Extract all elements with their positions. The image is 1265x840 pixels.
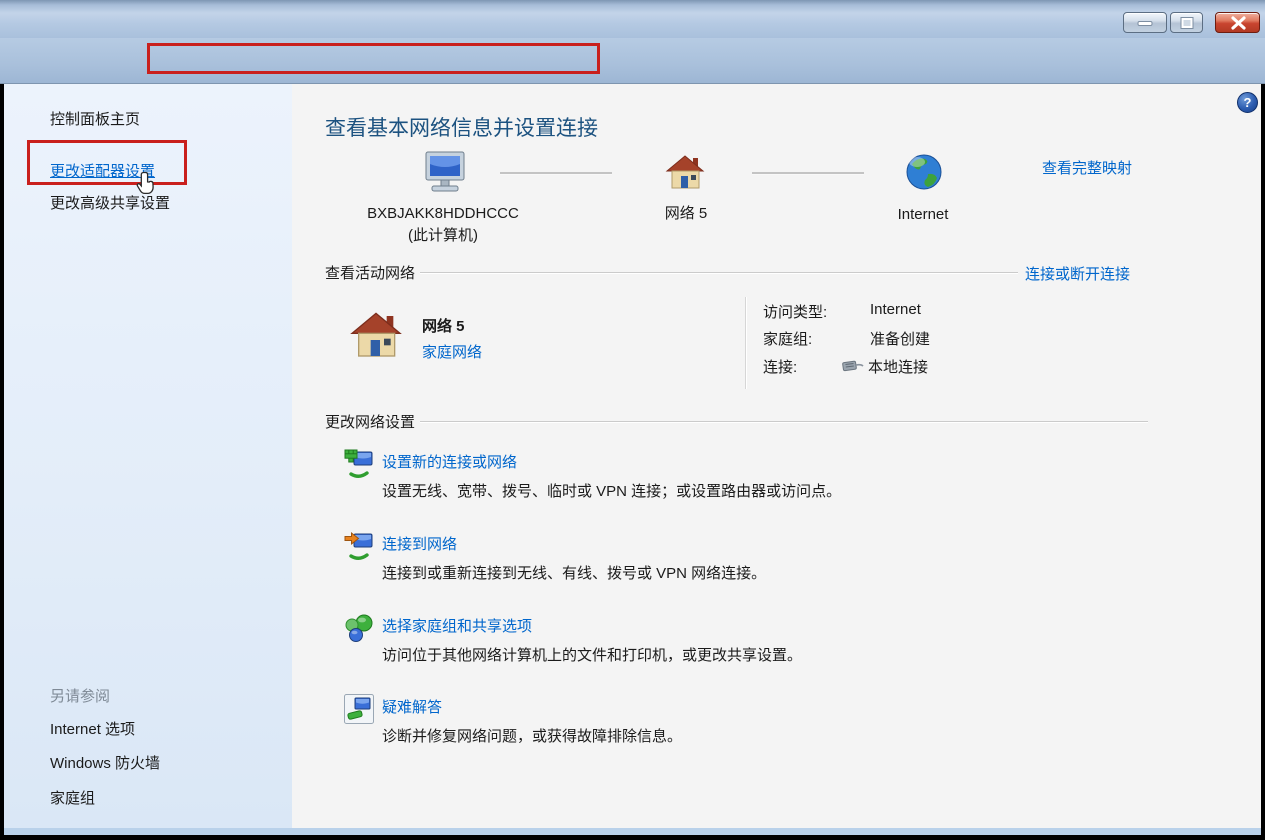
maximize-icon xyxy=(1181,18,1192,28)
setup-new-connection-icon xyxy=(343,448,375,480)
task-homegroup-sharing-options: 选择家庭组和共享选项 访问位于其他网络计算机上的文件和打印机，或更改共享设置。 xyxy=(343,612,1163,676)
computer-icon[interactable] xyxy=(419,151,471,197)
map-computer-label: BXBJAKK8HDDHCCC (此计算机) xyxy=(352,203,534,247)
task-connect-to-network: 连接到网络 连接到或重新连接到无线、有线、拨号或 VPN 网络连接。 xyxy=(343,530,1163,594)
task-link[interactable]: 设置新的连接或网络 xyxy=(382,451,517,472)
section-rule xyxy=(420,421,1148,423)
see-full-map-link[interactable]: 查看完整映射 xyxy=(1042,157,1132,178)
map-internet-label: Internet xyxy=(885,204,961,226)
sidebar: 控制面板主页 更改适配器设置 更改高级共享设置 另请参阅 Internet 选项… xyxy=(4,84,292,828)
details-divider xyxy=(745,297,746,389)
cursor-hand-icon xyxy=(135,170,161,200)
close-icon xyxy=(1216,14,1261,33)
sidebar-item-windows-firewall[interactable]: Windows 防火墙 xyxy=(50,752,160,773)
address-toolbar: ← → ▾ ▶ 控制面板 ▶ 网络和 Internet ▶ 网络和共享中心 ▼ xyxy=(0,38,1265,84)
help-button[interactable]: ? xyxy=(1237,92,1258,113)
task-link[interactable]: 连接到网络 xyxy=(382,533,457,554)
homegroup-sharing-icon xyxy=(343,612,375,644)
sidebar-item-internet-options[interactable]: Internet 选项 xyxy=(50,718,135,739)
task-description: 连接到或重新连接到无线、有线、拨号或 VPN 网络连接。 xyxy=(382,562,766,583)
screen: ← → ▾ ▶ 控制面板 ▶ 网络和 Internet ▶ 网络和共享中心 ▼ xyxy=(0,0,1265,840)
map-connection-line xyxy=(752,172,864,175)
main-content: 查看基本网络信息并设置连接 BXBJAKK8HDDHCCC (此 xyxy=(292,84,1261,828)
minimize-button[interactable] xyxy=(1123,12,1167,33)
active-network-name: 网络 5 xyxy=(422,315,465,336)
map-connection-line xyxy=(500,172,612,175)
active-networks-section-label: 查看活动网络 xyxy=(325,262,415,283)
internet-globe-icon[interactable] xyxy=(904,152,944,192)
troubleshoot-icon xyxy=(343,693,375,725)
computer-name: BXBJAKK8HDDHCCC xyxy=(352,203,534,225)
task-link[interactable]: 选择家庭组和共享选项 xyxy=(382,615,532,636)
window-bottom-frame xyxy=(4,828,1261,835)
connect-to-network-icon xyxy=(343,530,375,562)
sidebar-see-also-header: 另请参阅 xyxy=(50,685,110,706)
section-rule xyxy=(420,272,1018,274)
change-settings-section-label: 更改网络设置 xyxy=(325,411,415,432)
detail-value-access-type: Internet xyxy=(870,301,921,318)
map-network-label: 网络 5 xyxy=(645,203,727,225)
ethernet-connector-icon xyxy=(842,359,864,372)
task-troubleshoot: 疑难解答 诊断并修复网络问题，或获得故障排除信息。 xyxy=(343,693,1163,757)
detail-label-connections: 连接: xyxy=(763,356,797,377)
minimize-icon xyxy=(1138,21,1153,26)
local-connection-link[interactable]: 本地连接 xyxy=(868,356,928,377)
task-description: 诊断并修复网络问题，或获得故障排除信息。 xyxy=(382,725,682,746)
task-setup-new-connection: 设置新的连接或网络 设置无线、宽带、拨号、临时或 VPN 连接；或设置路由器或访… xyxy=(343,448,1163,512)
homegroup-ready-link[interactable]: 准备创建 xyxy=(870,328,930,349)
page-title: 查看基本网络信息并设置连接 xyxy=(325,112,598,142)
sidebar-item-control-panel-home[interactable]: 控制面板主页 xyxy=(50,108,140,129)
sidebar-item-homegroup[interactable]: 家庭组 xyxy=(50,787,95,808)
task-description: 设置无线、宽带、拨号、临时或 VPN 连接；或设置路由器或访问点。 xyxy=(382,480,841,501)
home-network-icon[interactable] xyxy=(664,153,706,193)
title-bar xyxy=(0,0,1265,38)
annotation-breadcrumb-highlight xyxy=(147,43,600,74)
detail-label-access-type: 访问类型: xyxy=(763,301,827,322)
active-network-house-icon[interactable] xyxy=(348,310,404,362)
task-description: 访问位于其他网络计算机上的文件和打印机，或更改共享设置。 xyxy=(382,644,802,665)
computer-note: (此计算机) xyxy=(352,225,534,247)
help-icon: ? xyxy=(1244,95,1252,110)
connect-disconnect-link[interactable]: 连接或断开连接 xyxy=(1025,263,1130,284)
close-button[interactable] xyxy=(1215,12,1260,33)
task-link[interactable]: 疑难解答 xyxy=(382,696,442,717)
network-category-link[interactable]: 家庭网络 xyxy=(422,341,482,362)
detail-label-homegroup: 家庭组: xyxy=(763,328,812,349)
maximize-button[interactable] xyxy=(1170,12,1203,33)
